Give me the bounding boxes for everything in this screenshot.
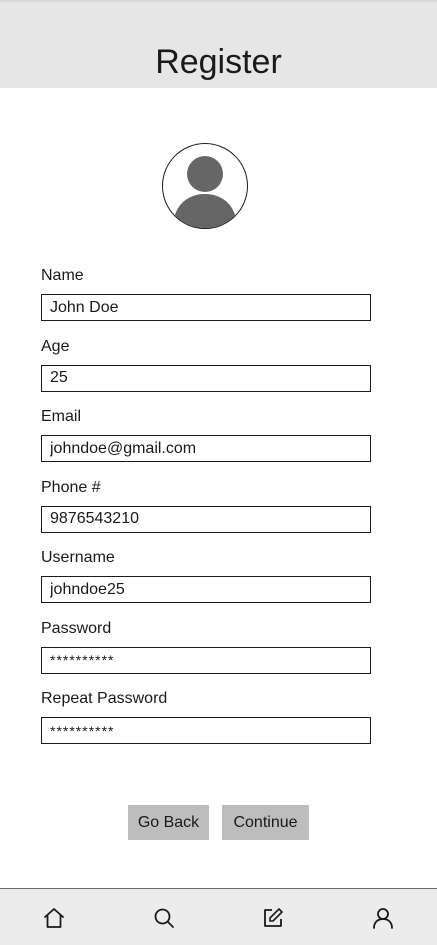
phone-label: Phone # — [41, 478, 101, 496]
name-label: Name — [41, 267, 84, 284]
field-phone: Phone # — [41, 478, 371, 549]
header: Register — [0, 0, 437, 88]
home-icon — [44, 908, 64, 928]
phone-input[interactable] — [41, 505, 371, 533]
email-input[interactable] — [41, 435, 371, 462]
username-label: Username — [41, 549, 115, 566]
edit-icon — [264, 908, 283, 927]
tab-home[interactable] — [42, 906, 66, 930]
register-form: Name Age Email Phone # Username Password… — [41, 266, 371, 760]
go-back-button[interactable]: Go Back — [128, 805, 209, 840]
bottom-tab-bar — [0, 888, 437, 945]
name-input[interactable] — [41, 294, 371, 321]
age-input[interactable] — [41, 364, 371, 392]
field-password: Password — [41, 619, 371, 690]
username-input[interactable] — [41, 576, 371, 603]
user-avatar-icon — [173, 156, 237, 228]
tab-search[interactable] — [152, 906, 176, 930]
password-label: Password — [41, 619, 112, 637]
age-label: Age — [41, 337, 70, 355]
search-icon — [154, 908, 174, 928]
password-input[interactable] — [41, 646, 371, 674]
repeat-password-input[interactable] — [41, 717, 371, 744]
field-repeat-password: Repeat Password — [41, 689, 371, 760]
field-username: Username — [41, 548, 371, 619]
page-title: Register — [155, 43, 282, 81]
tab-edit[interactable] — [261, 906, 285, 930]
field-age: Age — [41, 337, 371, 408]
field-email: Email — [41, 407, 371, 478]
profile-icon — [373, 908, 393, 929]
continue-button[interactable]: Continue — [222, 805, 309, 840]
field-name: Name — [41, 266, 371, 337]
avatar[interactable] — [162, 143, 248, 229]
tab-profile[interactable] — [371, 906, 395, 930]
repeat-password-label: Repeat Password — [41, 690, 168, 707]
email-label: Email — [41, 408, 82, 425]
